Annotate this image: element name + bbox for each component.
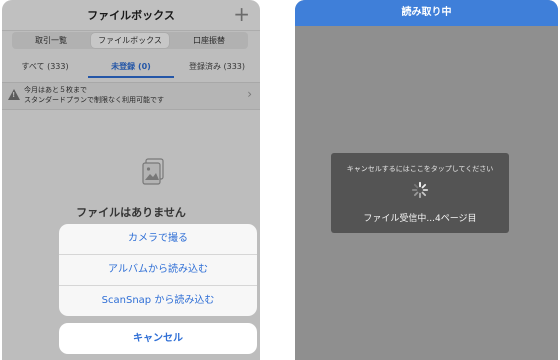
reading-screen: 読み取り中 キャンセルするにはここをタップしてください ファイル受信中...4ペ… [295, 0, 558, 360]
spinner-icon [411, 181, 429, 199]
cancel-button[interactable]: キャンセル [59, 323, 257, 354]
camera-button[interactable]: カメラで撮る [59, 224, 257, 255]
album-import-button[interactable]: アルバムから読み込む [59, 255, 257, 286]
progress-dialog[interactable]: キャンセルするにはここをタップしてください ファイル受信中...4ページ目 [331, 153, 509, 233]
receiving-status: ファイル受信中...4ページ目 [363, 214, 477, 224]
tap-to-cancel-hint: キャンセルするにはここをタップしてください [346, 165, 494, 173]
action-sheet: カメラで撮る アルバムから読み込む ScanSnap から読み込む [59, 224, 257, 316]
scansnap-import-button[interactable]: ScanSnap から読み込む [59, 286, 257, 316]
reading-title: 読み取り中 [295, 0, 558, 26]
file-box-screen: ファイルボックス + 取引一覧 ファイルボックス 口座振替 すべて (333) … [2, 0, 260, 360]
